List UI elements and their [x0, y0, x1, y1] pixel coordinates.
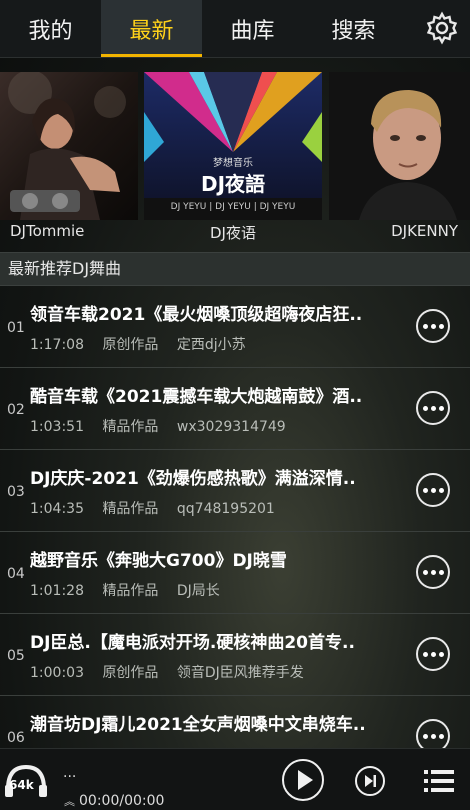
- section-title: 最新推荐DJ舞曲: [0, 252, 470, 286]
- dj-name: DJ夜语: [210, 224, 256, 242]
- play-icon[interactable]: [282, 759, 324, 801]
- song-meta: 1:17:08 原创作品 定西dj小苏: [30, 334, 260, 354]
- dj-name: DJTommie: [10, 222, 85, 240]
- gear-icon[interactable]: [422, 8, 462, 48]
- song-category: 原创作品: [102, 665, 159, 681]
- song-title: 潮音坊DJ霜儿2021全女声烟嗓中文串烧车..: [30, 715, 366, 735]
- track-number: 06: [7, 730, 25, 746]
- dj-card-kenny[interactable]: DJKENNY: [329, 72, 470, 247]
- track-number: 02: [7, 402, 25, 418]
- list-item[interactable]: 05 DJ臣总.【魔电派对开场.硬核神曲20首专.. 1:00:03 原创作品 …: [0, 614, 470, 696]
- cover-title: DJ夜語: [200, 172, 266, 196]
- dj-cover-art: 梦想音乐 DJ夜語 DJ YEYU | DJ YEYU | DJ YEYU: [144, 72, 322, 220]
- song-title: 领音车载2021《最火烟嗓顶级超嗨夜店狂..: [30, 305, 363, 325]
- song-title: DJ庆庆-2021《劲爆伤感热歌》满溢深情..: [30, 469, 356, 489]
- dj-name: DJKENNY: [391, 222, 458, 240]
- progress-row[interactable]: ︽ 00:00/00:00: [64, 793, 164, 809]
- more-icon[interactable]: [416, 309, 450, 343]
- dj-card-yeyu[interactable]: 梦想音乐 DJ夜語 DJ YEYU | DJ YEYU | DJ YEYU DJ…: [144, 72, 322, 247]
- list-item[interactable]: 06 潮音坊DJ霜儿2021全女声烟嗓中文串烧车..: [0, 696, 470, 748]
- song-category: 精品作品: [102, 583, 159, 599]
- tab-search[interactable]: 搜索: [303, 0, 404, 57]
- song-meta: 1:01:28 精品作品 DJ局长: [30, 580, 234, 600]
- dj-photo: [329, 72, 470, 220]
- song-category: 精品作品: [102, 419, 159, 435]
- list-item[interactable]: 02 酷音车载《2021震撼车载大炮越南鼓》酒.. 1:03:51 精品作品 w…: [0, 368, 470, 450]
- song-author: 领音DJ臣风推荐手发: [176, 665, 304, 681]
- song-list: 01 领音车载2021《最火烟嗓顶级超嗨夜店狂.. 1:17:08 原创作品 定…: [0, 286, 470, 748]
- now-playing-title: ...: [63, 765, 77, 781]
- list-item[interactable]: 04 越野音乐《奔驰大G700》DJ晓雪 1:01:28 精品作品 DJ局长: [0, 532, 470, 614]
- top-tab-bar: 我的 最新 曲库 搜索: [0, 0, 470, 58]
- tab-mine[interactable]: 我的: [0, 0, 101, 57]
- track-number: 01: [7, 320, 25, 336]
- song-category: 原创作品: [102, 337, 159, 353]
- track-number: 03: [7, 484, 25, 500]
- tab-library[interactable]: 曲库: [202, 0, 303, 57]
- playlist-icon[interactable]: [424, 768, 454, 794]
- track-number: 05: [7, 648, 25, 664]
- song-meta: 1:03:51 精品作品 wx3029314749: [30, 416, 300, 436]
- song-duration: 1:03:51: [30, 419, 84, 435]
- dj-banner: DJTommie 梦想音乐 DJ夜語 DJ YEYU | DJ YEYU | D…: [0, 72, 470, 247]
- play-time: 00:00/00:00: [79, 793, 165, 809]
- song-author: wx3029314749: [176, 419, 286, 435]
- more-icon[interactable]: [416, 473, 450, 507]
- song-meta: 1:00:03 原创作品 领音DJ臣风推荐手发: [30, 662, 318, 682]
- song-duration: 1:04:35: [30, 501, 84, 517]
- more-icon[interactable]: [416, 391, 450, 425]
- more-icon[interactable]: [416, 719, 450, 748]
- song-duration: 1:01:28: [30, 583, 84, 599]
- song-category: 精品作品: [102, 501, 159, 517]
- track-number: 04: [7, 566, 25, 582]
- player-bar: 64k ... ︽ 00:00/00:00: [0, 748, 470, 810]
- cover-strip: DJ YEYU | DJ YEYU | DJ YEYU: [170, 202, 296, 212]
- song-title: 酷音车载《2021震撼车载大炮越南鼓》酒..: [30, 387, 363, 407]
- song-author: 定西dj小苏: [176, 337, 246, 353]
- more-icon[interactable]: [416, 555, 450, 589]
- tab-latest[interactable]: 最新: [101, 0, 202, 57]
- list-item[interactable]: 03 DJ庆庆-2021《劲爆伤感热歌》满溢深情.. 1:04:35 精品作品 …: [0, 450, 470, 532]
- dj-photo: [0, 72, 138, 220]
- song-duration: 1:00:03: [30, 665, 84, 681]
- next-icon[interactable]: [355, 766, 385, 796]
- cover-subtitle: 梦想音乐: [213, 158, 253, 169]
- song-title: DJ臣总.【魔电派对开场.硬核神曲20首专..: [30, 633, 355, 653]
- song-title: 越野音乐《奔驰大G700》DJ晓雪: [30, 551, 287, 571]
- dj-card-tommie[interactable]: DJTommie: [0, 72, 138, 247]
- song-meta: 1:04:35 精品作品 qq748195201: [30, 498, 289, 518]
- bitrate-label: 64k: [9, 778, 34, 792]
- more-icon[interactable]: [416, 637, 450, 671]
- song-author: DJ局长: [176, 583, 220, 599]
- song-author: qq748195201: [176, 501, 275, 517]
- chevron-up-icon: ︽: [64, 795, 75, 808]
- list-item[interactable]: 01 领音车载2021《最火烟嗓顶级超嗨夜店狂.. 1:17:08 原创作品 定…: [0, 286, 470, 368]
- song-duration: 1:17:08: [30, 337, 84, 353]
